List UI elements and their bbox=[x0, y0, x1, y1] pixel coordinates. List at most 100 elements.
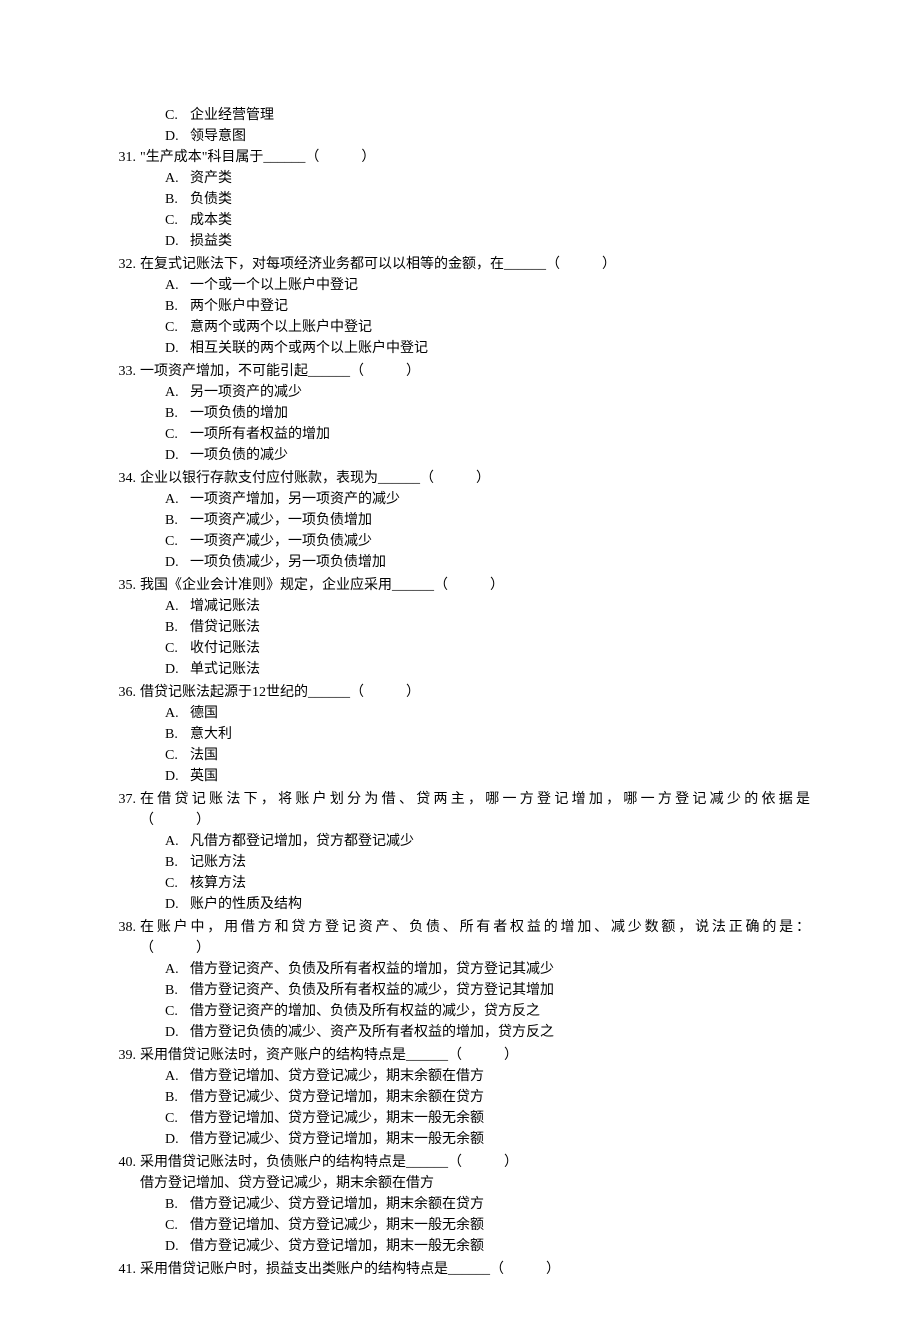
option-letter: D. bbox=[165, 766, 190, 787]
option-row: D.一项负债的减少 bbox=[110, 445, 810, 466]
option-text: 增减记账法 bbox=[190, 596, 810, 617]
option-row: D.借方登记减少、贷方登记增加，期末一般无余额 bbox=[110, 1129, 810, 1150]
question: 33.一项资产增加，不可能引起______（ ）A.另一项资产的减少B.一项负债… bbox=[110, 361, 810, 466]
option-letter: B. bbox=[165, 980, 190, 1001]
option-row: B.借方登记资产、负债及所有者权益的减少，贷方登记其增加 bbox=[110, 980, 810, 1001]
option-row: B.两个账户中登记 bbox=[110, 296, 810, 317]
question-stem-text: 我国《企业会计准则》规定，企业应采用______（ ） bbox=[140, 575, 810, 596]
question-number: 39. bbox=[110, 1045, 140, 1066]
option-letter: D. bbox=[165, 1129, 190, 1150]
option-row: A.借方登记资产、负债及所有者权益的增加，贷方登记其减少 bbox=[110, 959, 810, 980]
option-row: C.收付记账法 bbox=[110, 638, 810, 659]
question: 37.在借贷记账法下，将账户划分为借、贷两主，哪一方登记增加，哪一方登记减少的依… bbox=[110, 789, 810, 915]
option-row: C.借方登记增加、贷方登记减少，期末一般无余额 bbox=[110, 1108, 810, 1129]
option-row: C.一项所有者权益的增加 bbox=[110, 424, 810, 445]
question: 35.我国《企业会计准则》规定，企业应采用______（ ）A.增减记账法B.借… bbox=[110, 575, 810, 680]
option-text: 相互关联的两个或两个以上账户中登记 bbox=[190, 338, 810, 359]
option-row: C.借方登记增加、贷方登记减少，期末一般无余额 bbox=[110, 1215, 810, 1236]
option-letter: D. bbox=[165, 894, 190, 915]
question-stem-text: 企业以银行存款支付应付账款，表现为______（ ） bbox=[140, 468, 810, 489]
option-row: D.一项负债减少，另一项负债增加 bbox=[110, 552, 810, 573]
option-row: B.一项负债的增加 bbox=[110, 403, 810, 424]
option-row: B.借贷记账法 bbox=[110, 617, 810, 638]
option-row: D.借方登记减少、贷方登记增加，期末一般无余额 bbox=[110, 1236, 810, 1257]
option-row: A.德国 bbox=[110, 703, 810, 724]
option-letter: D. bbox=[165, 552, 190, 573]
option-letter: A. bbox=[165, 959, 190, 980]
question-stem-text: 在借贷记账法下，将账户划分为借、贷两主，哪一方登记增加，哪一方登记减少的依据是 bbox=[140, 789, 810, 810]
option-row: A.另一项资产的减少 bbox=[110, 382, 810, 403]
option-text: 收付记账法 bbox=[190, 638, 810, 659]
option-row: B.借方登记减少、贷方登记增加，期末余额在贷方 bbox=[110, 1087, 810, 1108]
option-row: A.增减记账法 bbox=[110, 596, 810, 617]
option-row: D.单式记账法 bbox=[110, 659, 810, 680]
question-stem: 34.企业以银行存款支付应付账款，表现为______（ ） bbox=[110, 468, 810, 489]
option-text: 负债类 bbox=[190, 189, 810, 210]
option-row: C.意两个或两个以上账户中登记 bbox=[110, 317, 810, 338]
option-letter: B. bbox=[165, 510, 190, 531]
question-stem-text: 在复式记账法下，对每项经济业务都可以以相等的金额，在______（ ） bbox=[140, 254, 810, 275]
option-text: 借方登记负债的减少、资产及所有者权益的增加，贷方反之 bbox=[190, 1022, 810, 1043]
option-row: C.一项资产减少，一项负债减少 bbox=[110, 531, 810, 552]
question: 32.在复式记账法下，对每项经济业务都可以以相等的金额，在______（ ）A.… bbox=[110, 254, 810, 359]
question-stem-text: 一项资产增加，不可能引起______（ ） bbox=[140, 361, 810, 382]
question: 41.采用借贷记账户时，损益支出类账户的结构特点是______（ ） bbox=[110, 1259, 810, 1280]
option-letter: C. bbox=[165, 105, 190, 126]
question-number: 34. bbox=[110, 468, 140, 489]
option-text: 一项资产减少，一项负债减少 bbox=[190, 531, 810, 552]
option-row: D.相互关联的两个或两个以上账户中登记 bbox=[110, 338, 810, 359]
option-letter: C. bbox=[165, 210, 190, 231]
option-text: 两个账户中登记 bbox=[190, 296, 810, 317]
option-letter: B. bbox=[165, 189, 190, 210]
option-letter: A. bbox=[165, 831, 190, 852]
question: 34.企业以银行存款支付应付账款，表现为______（ ）A.一项资产增加，另一… bbox=[110, 468, 810, 573]
option-letter: D. bbox=[165, 1236, 190, 1257]
option-text: 英国 bbox=[190, 766, 810, 787]
option-text: 一项资产增加，另一项资产的减少 bbox=[190, 489, 810, 510]
question-stem-text: 借贷记账法起源于12世纪的______（ ） bbox=[140, 682, 810, 703]
option-letter: A. bbox=[165, 168, 190, 189]
option-text: 领导意图 bbox=[190, 126, 810, 147]
option-row: B.记账方法 bbox=[110, 852, 810, 873]
option-text: 借方登记资产、负债及所有者权益的增加，贷方登记其减少 bbox=[190, 959, 810, 980]
question-number: 33. bbox=[110, 361, 140, 382]
option-text: 记账方法 bbox=[190, 852, 810, 873]
option-letter: D. bbox=[165, 126, 190, 147]
option-letter: D. bbox=[165, 1022, 190, 1043]
option-letter: D. bbox=[165, 659, 190, 680]
option-row: D.领导意图 bbox=[110, 126, 810, 147]
option-text: 资产类 bbox=[190, 168, 810, 189]
option-letter: C. bbox=[165, 317, 190, 338]
option-letter: A. bbox=[165, 703, 190, 724]
option-text: 损益类 bbox=[190, 231, 810, 252]
option-text: 借方登记资产、负债及所有者权益的减少，贷方登记其增加 bbox=[190, 980, 810, 1001]
option-row: D.账户的性质及结构 bbox=[110, 894, 810, 915]
option-text: 意大利 bbox=[190, 724, 810, 745]
option-text: 账户的性质及结构 bbox=[190, 894, 810, 915]
option-row: A.凡借方都登记增加，贷方都登记减少 bbox=[110, 831, 810, 852]
option-text: 企业经营管理 bbox=[190, 105, 810, 126]
option-text: 借方登记减少、贷方登记增加，期末余额在贷方 bbox=[190, 1087, 810, 1108]
option-letter: B. bbox=[165, 1087, 190, 1108]
question-stem-text: "生产成本"科目属于______（ ） bbox=[140, 147, 810, 168]
option-letter: B. bbox=[165, 617, 190, 638]
option-letter: A. bbox=[165, 596, 190, 617]
option-row: C.法国 bbox=[110, 745, 810, 766]
question-stem: 32.在复式记账法下，对每项经济业务都可以以相等的金额，在______（ ） bbox=[110, 254, 810, 275]
option-text: 凡借方都登记增加，贷方都登记减少 bbox=[190, 831, 810, 852]
question-stem-text: 采用借贷记账法时，资产账户的结构特点是______（ ） bbox=[140, 1045, 810, 1066]
question: 31."生产成本"科目属于______（ ）A.资产类B.负债类C.成本类D.损… bbox=[110, 147, 810, 252]
option-letter: C. bbox=[165, 424, 190, 445]
question-stem: 40.采用借贷记账法时，负债账户的结构特点是______（ ） bbox=[110, 1152, 810, 1173]
question-number: 38. bbox=[110, 917, 140, 938]
option-row: C.成本类 bbox=[110, 210, 810, 231]
option-text: 借方登记增加、贷方登记减少，期末余额在借方 bbox=[190, 1066, 810, 1087]
option-letter: B. bbox=[165, 403, 190, 424]
option-row: A.资产类 bbox=[110, 168, 810, 189]
question-number: 31. bbox=[110, 147, 140, 168]
question-stem: 31."生产成本"科目属于______（ ） bbox=[110, 147, 810, 168]
option-row: C.核算方法 bbox=[110, 873, 810, 894]
option-row: D.借方登记负债的减少、资产及所有者权益的增加，贷方反之 bbox=[110, 1022, 810, 1043]
question-stem-continuation: （ ） bbox=[110, 810, 810, 831]
question-stem: 38.在账户中，用借方和贷方登记资产、负债、所有者权益的增加、减少数额，说法正确… bbox=[110, 917, 810, 938]
